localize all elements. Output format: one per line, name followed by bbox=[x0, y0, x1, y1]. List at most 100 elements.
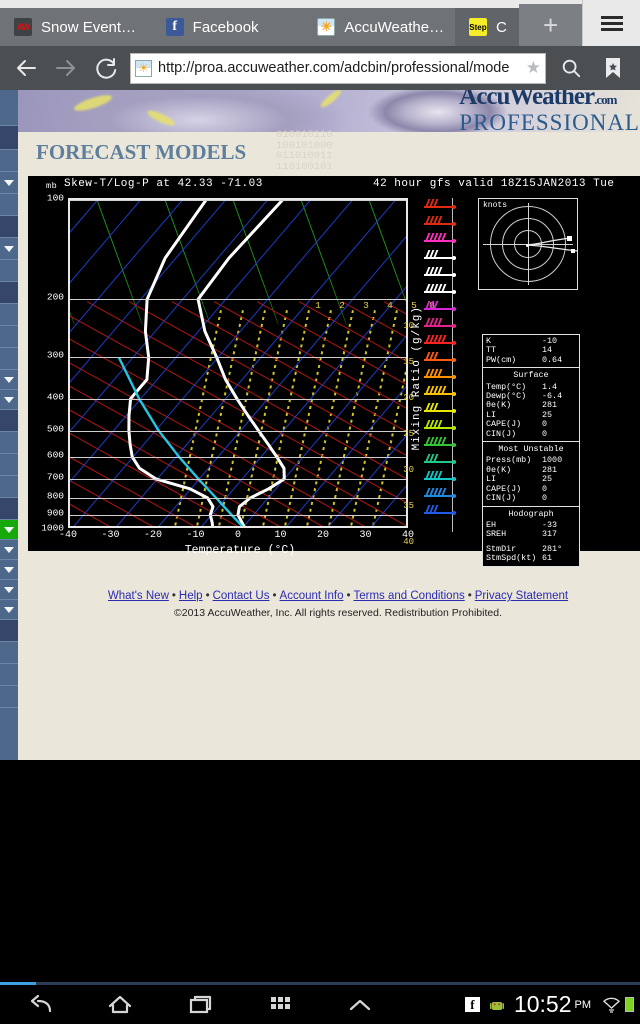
index-key: CIN(J) bbox=[486, 494, 517, 504]
sidebar-row-expand[interactable] bbox=[0, 560, 18, 580]
hodograph-origin-dot bbox=[526, 244, 529, 247]
sidebar-row[interactable] bbox=[0, 498, 18, 520]
sidebar-row-selected[interactable] bbox=[0, 520, 18, 540]
step-icon: Step bbox=[468, 18, 487, 36]
index-value: 0 bbox=[542, 428, 548, 439]
facebook-icon: f bbox=[165, 18, 184, 36]
sidebar-row[interactable] bbox=[0, 194, 18, 216]
pressure-tick: 500 bbox=[46, 423, 64, 435]
wind-barb bbox=[424, 352, 456, 362]
sidebar-row[interactable] bbox=[0, 620, 18, 642]
page-sidebar-nav bbox=[0, 90, 18, 760]
footer-link[interactable]: What's New bbox=[108, 590, 169, 602]
forecast-models-header: FORECAST MODELS 010010110 100101000 011010… bbox=[18, 130, 640, 176]
new-tab-button[interactable]: + bbox=[519, 4, 582, 46]
chevron-down-icon bbox=[4, 586, 14, 593]
chevron-down-icon bbox=[4, 526, 14, 533]
temperature-tick: 30 bbox=[359, 530, 372, 541]
footer-separator: • bbox=[272, 590, 277, 602]
index-row: CIN(J) 0 bbox=[486, 428, 576, 439]
footer-link[interactable]: Contact Us bbox=[213, 590, 270, 602]
index-key: SREH bbox=[486, 530, 507, 540]
index-key: CIN(J) bbox=[486, 429, 517, 439]
browser-tab-1[interactable]: AW Snow Event… bbox=[0, 8, 152, 46]
url-input[interactable]: ☀ http://proa.accuweather.com/adcbin/pro… bbox=[130, 52, 546, 84]
wind-barb bbox=[424, 318, 456, 328]
sidebar-row[interactable] bbox=[0, 282, 18, 304]
sidebar-row-expand[interactable] bbox=[0, 540, 18, 560]
home-nav-button[interactable] bbox=[80, 992, 160, 1018]
indices-top-section: K -10 TT 14 PW(cm) 0.64 bbox=[483, 335, 579, 369]
sidebar-row[interactable] bbox=[0, 664, 18, 686]
chevron-down-icon bbox=[4, 376, 14, 383]
back-button[interactable] bbox=[6, 46, 46, 90]
browser-tab-3[interactable]: ☀ AccuWeathe… bbox=[303, 8, 455, 46]
index-row: Press(mb) 1000 bbox=[486, 456, 576, 466]
footer-link[interactable]: Help bbox=[179, 590, 203, 602]
bookmark-star-icon[interactable]: ★ bbox=[526, 58, 541, 78]
browser-tab-2[interactable]: f Facebook bbox=[151, 8, 304, 46]
expand-tray-button[interactable] bbox=[320, 994, 400, 1016]
browser-tab-4[interactable]: Step C bbox=[454, 8, 520, 46]
index-key: PW(cm) bbox=[486, 355, 517, 365]
sidebar-row[interactable] bbox=[0, 348, 18, 370]
most-unstable-header: Most Unstable bbox=[498, 444, 564, 455]
back-nav-button[interactable] bbox=[0, 992, 80, 1018]
reload-button[interactable] bbox=[86, 46, 126, 90]
recent-apps-icon bbox=[189, 995, 212, 1013]
banner-highlight bbox=[318, 90, 344, 110]
sidebar-row-expand[interactable] bbox=[0, 370, 18, 390]
index-row: LI 25 bbox=[486, 474, 576, 484]
sidebar-row[interactable] bbox=[0, 150, 18, 172]
index-value: 0 bbox=[542, 483, 548, 494]
search-button[interactable] bbox=[550, 46, 592, 90]
sidebar-row-expand[interactable] bbox=[0, 390, 18, 410]
footer-copyright: ©2013 AccuWeather, Inc. All rights reser… bbox=[174, 607, 502, 619]
index-key: CAPE(J) bbox=[486, 484, 522, 494]
recent-apps-button[interactable] bbox=[160, 992, 240, 1018]
sidebar-row-expand[interactable] bbox=[0, 580, 18, 600]
sidebar-row[interactable] bbox=[0, 410, 18, 432]
bookmarks-button[interactable] bbox=[592, 46, 634, 90]
sidebar-row[interactable] bbox=[0, 708, 18, 760]
index-value: 25 bbox=[542, 409, 553, 420]
sidebar-row[interactable] bbox=[0, 686, 18, 708]
sidebar-row-expand[interactable] bbox=[0, 600, 18, 620]
pressure-tick: 400 bbox=[46, 391, 64, 403]
sidebar-row[interactable] bbox=[0, 326, 18, 348]
browser-menu-button[interactable] bbox=[582, 0, 640, 46]
back-arrow-icon bbox=[17, 60, 36, 76]
sidebar-row[interactable] bbox=[0, 476, 18, 498]
mixing-ratio-axis-label: Mixing Ratio (g/kg) bbox=[411, 306, 423, 451]
sidebar-row[interactable] bbox=[0, 216, 18, 238]
sidebar-row[interactable] bbox=[0, 260, 18, 282]
app-drawer-button[interactable] bbox=[240, 993, 320, 1017]
wind-barb bbox=[424, 488, 456, 498]
android-notification-icon[interactable] bbox=[489, 997, 504, 1013]
index-key: θe(K) bbox=[486, 465, 512, 475]
sidebar-row-expand[interactable] bbox=[0, 172, 18, 194]
skewt-sounding-chart[interactable]: mb Skew-T/Log-P at 42.33 -71.03 42 hour … bbox=[28, 176, 640, 598]
sidebar-row[interactable] bbox=[0, 454, 18, 476]
isobar-line bbox=[70, 357, 406, 359]
wind-barb bbox=[424, 471, 456, 481]
sidebar-row[interactable] bbox=[0, 642, 18, 664]
sidebar-row-expand[interactable] bbox=[0, 238, 18, 260]
wind-barb bbox=[424, 199, 456, 209]
footer-link[interactable]: Account Info bbox=[280, 590, 344, 602]
accuweather-sun-icon: ☀ bbox=[317, 18, 336, 36]
page-footer: What's New • Help • Contact Us • Account Info •… bbox=[36, 590, 640, 619]
sidebar-row[interactable] bbox=[0, 90, 18, 126]
sidebar-row[interactable] bbox=[0, 304, 18, 326]
index-key: StmSpd(kt) bbox=[486, 554, 537, 564]
wind-barb bbox=[424, 216, 456, 226]
footer-link[interactable]: Terms and Conditions bbox=[354, 590, 465, 602]
wind-barb-axis bbox=[452, 198, 453, 532]
skewt-plot-area bbox=[68, 198, 408, 528]
forward-button[interactable] bbox=[46, 46, 86, 90]
sidebar-row[interactable] bbox=[0, 432, 18, 454]
sidebar-row[interactable] bbox=[0, 126, 18, 150]
footer-link[interactable]: Privacy Statement bbox=[475, 590, 568, 602]
facebook-notification-icon[interactable]: f bbox=[464, 997, 480, 1012]
index-key: K bbox=[486, 337, 492, 346]
